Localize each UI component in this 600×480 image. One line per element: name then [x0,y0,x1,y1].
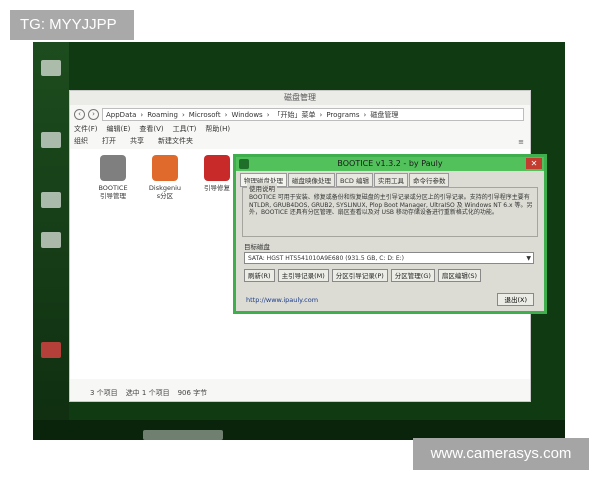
new-folder-button[interactable]: 新建文件夹 [158,136,193,146]
tab-command-line[interactable]: 命令行参数 [408,173,450,187]
desktop-icon[interactable] [41,60,61,76]
view-options-icon[interactable]: ≡ [518,138,524,146]
status-count: 3 个项目 [90,389,118,397]
menu-bar: 文件(F) 编辑(E) 查看(V) 工具(T) 帮助(H) [74,124,230,134]
menu-tools[interactable]: 工具(T) [173,124,197,134]
tag-banner: TG: MYYJJPP [10,10,134,40]
status-selected: 选中 1 个项目 [125,389,170,397]
forward-arrow-icon[interactable]: › [88,108,99,120]
address-segment[interactable]: Windows [231,109,262,120]
organize-button[interactable]: 组织 [74,136,88,146]
address-segment[interactable]: 「开始」菜单 [274,109,316,120]
file-label: BOOTICE 引导管理 [98,184,128,200]
address-bar[interactable]: AppData › Roaming › Microsoft › Windows › 「开… [102,107,524,121]
toolbar: 组织 打开 共享 新建文件夹 [74,136,193,146]
share-button[interactable]: 共享 [130,136,144,146]
diskgenius-icon [152,155,178,181]
menu-view[interactable]: 查看(V) [139,124,163,134]
desktop-icon[interactable] [41,192,61,208]
status-size: 906 字节 [177,389,208,397]
target-disk-select[interactable]: SATA: HGST HTS541010A9E680 (931.5 GB, C:… [244,252,534,264]
file-item-bootice[interactable]: BOOTICE 引导管理 [90,155,136,200]
usage-description: BOOTICE 可用于安装、修复或备份和恢复磁盘的主引导记录或分区上的引导记录。… [249,194,533,216]
address-row: ‹ › AppData › Roaming › Microsoft › Windows… [70,106,530,122]
sector-edit-button[interactable]: 扇区编辑(S) [437,269,482,282]
address-segment[interactable]: Microsoft [189,109,221,120]
action-buttons: 刷新(R) 主引导记录(M) 分区引导记录(P) 分区管理(G) 扇区编辑(S) [244,269,482,282]
desktop-edge [33,42,69,440]
open-button[interactable]: 打开 [102,136,116,146]
bootice-window: BOOTICE v1.3.2 - by Pauly ✕ 物理磁盘处理 磁盘映像处… [233,154,547,314]
close-icon[interactable]: ✕ [526,158,542,169]
tab-utilities[interactable]: 实用工具 [373,173,408,187]
address-segment[interactable]: AppData [106,109,136,120]
desktop-icon[interactable] [41,342,61,358]
bootice-title: BOOTICE v1.3.2 - by Pauly [236,157,544,171]
app-icon [239,159,249,169]
taskbar-item[interactable] [143,430,223,440]
screen-bezel-bottom [33,420,565,440]
usage-label: 使用说明 [247,183,277,193]
desktop-icon[interactable] [41,232,61,248]
bootice-icon [100,155,126,181]
chevron-down-icon[interactable]: ▼ [526,253,531,264]
menu-file[interactable]: 文件(F) [74,124,98,134]
mbr-button[interactable]: 主引导记录(M) [277,269,329,282]
parts-manage-button[interactable]: 分区管理(G) [390,269,435,282]
tab-bcd-edit[interactable]: BCD 编辑 [336,173,373,187]
back-arrow-icon[interactable]: ‹ [74,108,85,120]
menu-edit[interactable]: 编辑(E) [107,124,131,134]
refresh-button[interactable]: 刷新(R) [244,269,275,282]
desktop-icon[interactable] [41,132,61,148]
exit-button[interactable]: 退出(X) [497,293,534,306]
address-segment[interactable]: Roaming [147,109,178,120]
address-segment[interactable]: 磁盘管理 [370,109,398,120]
file-label: Diskgeniu s分区 [148,184,182,200]
file-item-diskgenius[interactable]: Diskgeniu s分区 [142,155,188,200]
address-segment[interactable]: Programs [326,109,359,120]
website-link[interactable]: http://www.ipauly.com [246,296,318,304]
usage-group: 使用说明 BOOTICE 可用于安装、修复或备份和恢复磁盘的主引导记录或分区上的… [242,183,538,237]
target-disk-value: SATA: HGST HTS541010A9E680 (931.5 GB, C:… [248,255,405,262]
menu-help[interactable]: 帮助(H) [205,124,230,134]
monitor-photo: 磁盘管理 ‹ › AppData › Roaming › Microsoft › Wi… [33,42,565,440]
watermark: www.camerasys.com [413,438,589,470]
pbr-button[interactable]: 分区引导记录(P) [331,269,388,282]
tab-disk-image[interactable]: 磁盘映像处理 [288,173,335,187]
target-disk-label: 目标磁盘 [244,243,270,251]
explorer-title: 磁盘管理 [70,91,530,105]
repair-icon [204,155,230,181]
status-bar: 3 个项目 选中 1 个项目 906 字节 [70,385,530,401]
